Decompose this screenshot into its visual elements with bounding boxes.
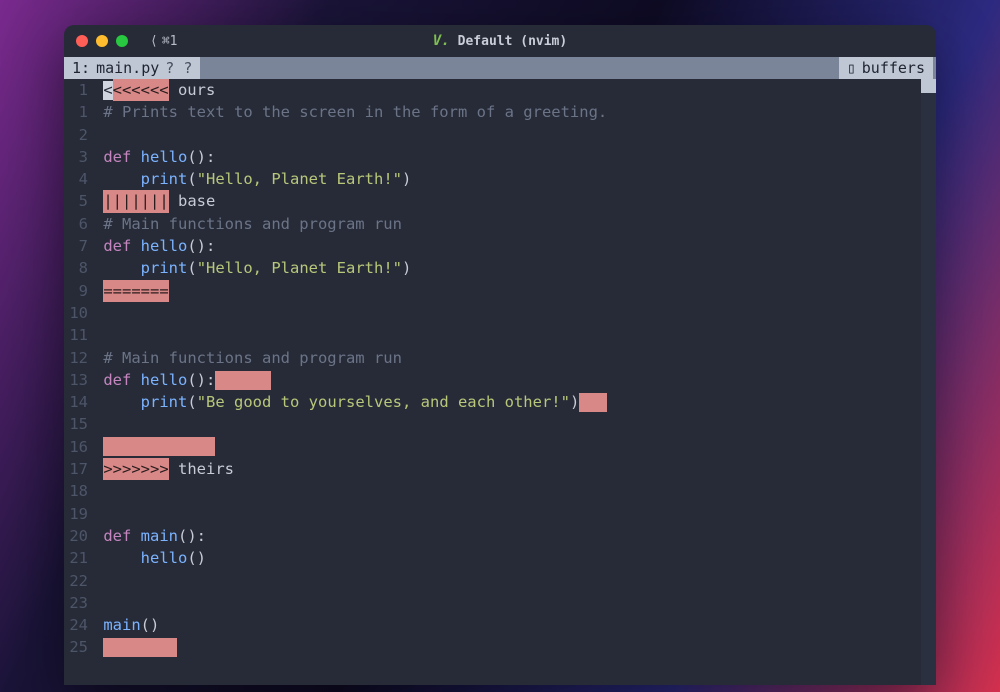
line-number: 23 — [64, 592, 94, 614]
line-number: 7 — [64, 235, 94, 257]
code-line[interactable] — [94, 413, 936, 435]
code-line[interactable] — [94, 636, 936, 658]
line-number: 13 — [64, 369, 94, 391]
line-number: 9 — [64, 280, 94, 302]
code-line[interactable] — [94, 503, 936, 525]
code-line[interactable]: print("Hello, Planet Earth!") — [94, 257, 936, 279]
code-line[interactable]: def hello(): — [94, 369, 936, 391]
chevron-left-icon: ⟨ — [150, 34, 158, 49]
document-icon: ▯ — [847, 59, 856, 77]
desktop-background: ⟨ ⌘1 V. Default (nvim) 1: main.py ? ? ▯ … — [0, 0, 1000, 692]
code-line[interactable] — [94, 570, 936, 592]
zoom-icon[interactable] — [116, 35, 128, 47]
line-number: 6 — [64, 213, 94, 235]
line-number: 10 — [64, 302, 94, 324]
line-number: 5 — [64, 190, 94, 212]
bufferline: 1: main.py ? ? ▯ buffers — [64, 57, 936, 79]
conflict-marker-base: ||||||| — [103, 190, 168, 212]
code-line[interactable]: # Main functions and program run — [94, 347, 936, 369]
trailing-whitespace-highlight — [103, 437, 215, 456]
code-line[interactable]: # Main functions and program run — [94, 213, 936, 235]
code-line[interactable] — [94, 480, 936, 502]
line-number: 3 — [64, 146, 94, 168]
traffic-lights — [76, 35, 128, 47]
line-number-gutter: 1123456789101112131415161718192021222324… — [64, 79, 94, 685]
line-number: 8 — [64, 257, 94, 279]
buffers-picker[interactable]: ▯ buffers — [839, 57, 933, 79]
vim-logo-icon: V. — [433, 33, 450, 49]
code-line[interactable]: main() — [94, 614, 936, 636]
line-number: 1 — [64, 101, 94, 123]
scrollbar-thumb[interactable] — [921, 79, 936, 93]
window-tab-indicator: ⟨ ⌘1 — [150, 34, 177, 49]
buffer-modified-icon: ? ? — [165, 59, 192, 77]
conflict-marker-sep: ======= — [103, 280, 168, 302]
code-line[interactable] — [94, 592, 936, 614]
window-title-text: Default (nvim) — [458, 34, 568, 49]
tab-shortcut-label: ⌘1 — [162, 34, 178, 49]
conflict-marker-ours: <<<<<< — [113, 79, 169, 101]
code-line[interactable]: # Prints text to the screen in the form … — [94, 101, 936, 123]
conflict-marker-theirs: >>>>>>> — [103, 458, 168, 480]
minimize-icon[interactable] — [96, 35, 108, 47]
line-number: 20 — [64, 525, 94, 547]
code-line[interactable] — [94, 324, 936, 346]
line-number: 11 — [64, 324, 94, 346]
code-line[interactable]: >>>>>>> theirs — [94, 458, 936, 480]
code-line[interactable]: def main(): — [94, 525, 936, 547]
code-line[interactable]: <<<<<<< ours — [94, 79, 936, 101]
line-number: 17 — [64, 458, 94, 480]
line-number: 21 — [64, 547, 94, 569]
trailing-whitespace-highlight — [579, 393, 607, 412]
code-line[interactable]: def hello(): — [94, 235, 936, 257]
buffer-index: 1: — [72, 59, 90, 77]
code-line[interactable] — [94, 302, 936, 324]
line-number: 24 — [64, 614, 94, 636]
buffers-label-text: buffers — [862, 59, 925, 77]
line-number: 15 — [64, 413, 94, 435]
trailing-whitespace-highlight — [103, 638, 177, 657]
code-line[interactable]: print("Be good to yourselves, and each o… — [94, 391, 936, 413]
line-number: 1 — [64, 79, 94, 101]
line-number: 19 — [64, 503, 94, 525]
cursor: < — [103, 81, 112, 100]
line-number: 12 — [64, 347, 94, 369]
editor-area[interactable]: 1123456789101112131415161718192021222324… — [64, 79, 936, 685]
terminal-window: ⟨ ⌘1 V. Default (nvim) 1: main.py ? ? ▯ … — [64, 25, 936, 685]
code-line[interactable] — [94, 124, 936, 146]
trailing-whitespace-highlight — [215, 371, 271, 390]
code-line[interactable]: def hello(): — [94, 146, 936, 168]
scrollbar-track[interactable] — [921, 79, 936, 685]
line-number: 16 — [64, 436, 94, 458]
code-line[interactable]: ======= — [94, 280, 936, 302]
code-content[interactable]: <<<<<<< ours # Prints text to the screen… — [94, 79, 936, 685]
line-number: 14 — [64, 391, 94, 413]
line-number: 18 — [64, 480, 94, 502]
line-number: 2 — [64, 124, 94, 146]
line-number: 22 — [64, 570, 94, 592]
code-line[interactable]: hello() — [94, 547, 936, 569]
buffer-tab-main[interactable]: 1: main.py ? ? — [64, 57, 200, 79]
window-titlebar: ⟨ ⌘1 V. Default (nvim) — [64, 25, 936, 57]
buffer-filename: main.py — [96, 59, 159, 77]
code-line[interactable]: ||||||| base — [94, 190, 936, 212]
line-number: 4 — [64, 168, 94, 190]
line-number: 25 — [64, 636, 94, 658]
window-title: V. Default (nvim) — [433, 33, 567, 49]
code-line[interactable] — [94, 436, 936, 458]
code-line[interactable]: print("Hello, Planet Earth!") — [94, 168, 936, 190]
close-icon[interactable] — [76, 35, 88, 47]
